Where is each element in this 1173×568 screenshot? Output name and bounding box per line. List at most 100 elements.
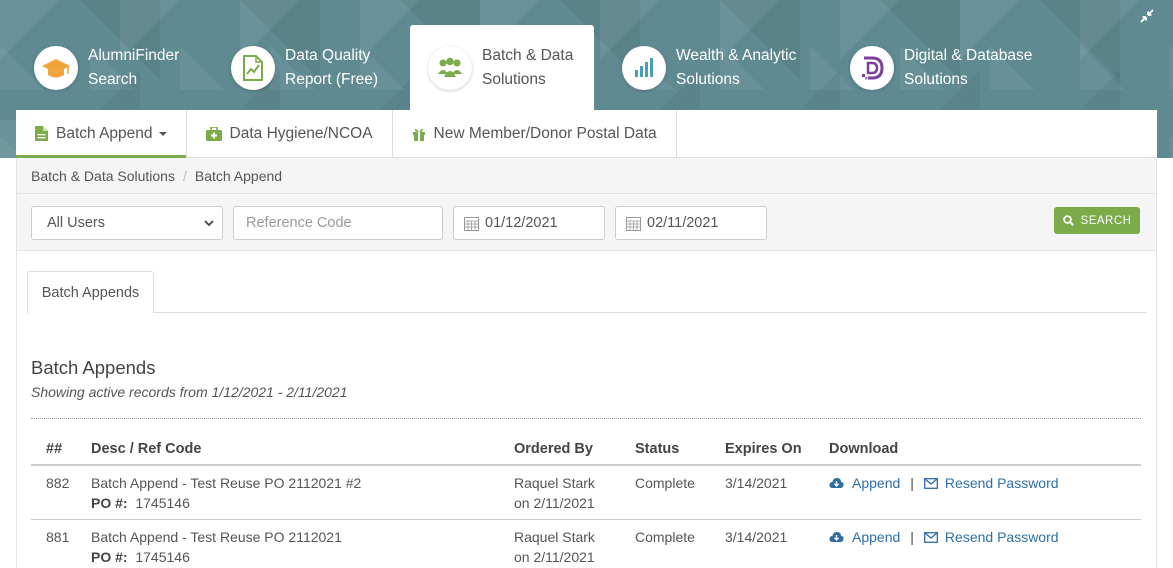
row-description: Batch Append - Test Reuse PO 2112021 #2 … (76, 465, 499, 520)
row-download: Append | Resend Password (814, 519, 1141, 568)
graduation-cap-icon (34, 45, 78, 90)
divider (31, 418, 1141, 419)
table-row: 882 Batch Append - Test Reuse PO 2112021… (31, 465, 1141, 520)
main-tab-data-quality[interactable]: Data Quality Report (Free) (231, 25, 378, 110)
envelope-icon (923, 477, 938, 489)
search-button[interactable]: SEARCH (1054, 207, 1140, 234)
breadcrumb-root[interactable]: Batch & Data Solutions (31, 168, 175, 184)
envelope-icon (923, 531, 938, 543)
column-header: Ordered By (499, 434, 620, 466)
resend-password-link[interactable]: Resend Password (945, 473, 1059, 493)
digital-d-icon (850, 45, 894, 90)
description-text: Batch Append - Test Reuse PO 2112021 (91, 529, 342, 545)
po-value: 1745146 (135, 549, 190, 565)
bar-chart-icon (622, 45, 666, 90)
main-tab-label: Wealth & Analytic (676, 46, 797, 64)
table-row: 881 Batch Append - Test Reuse PO 2112021… (31, 519, 1141, 568)
date-to-value: 02/11/2021 (647, 215, 719, 231)
main-tab-label: Solutions (676, 70, 740, 88)
row-expires: 3/14/2021 (710, 465, 814, 520)
batch-appends-table: ## Desc / Ref Code Ordered By Status Exp… (31, 434, 1141, 568)
ordered-by-name: Raquel Stark (514, 475, 595, 491)
breadcrumb: Batch & Data Solutions / Batch Append (17, 158, 1156, 194)
main-tab-digital-database[interactable]: Digital & Database Solutions (850, 25, 1032, 110)
main-tab-alumnifinder[interactable]: AlumniFinder Search (34, 25, 179, 110)
reference-code-input[interactable]: Reference Code (233, 206, 443, 240)
file-icon (35, 126, 48, 141)
breadcrumb-current: Batch Append (194, 167, 283, 184)
ordered-on-date: on 2/11/2021 (514, 495, 595, 511)
main-tab-label: Search (88, 70, 138, 88)
table-header-row: ## Desc / Ref Code Ordered By Status Exp… (31, 434, 1141, 466)
column-header: Download (814, 434, 1141, 466)
calendar-icon (626, 216, 641, 231)
caret-down-icon (158, 131, 167, 136)
people-group-icon (428, 45, 472, 90)
report-chart-icon (231, 45, 275, 90)
inner-tab-bar: Batch Appends (27, 271, 1146, 314)
row-description: Batch Append - Test Reuse PO 2112021 PO … (76, 519, 499, 568)
main-content: Batch & Data Solutions / Batch Append Al… (16, 158, 1157, 568)
column-header: Expires On (710, 434, 814, 466)
sub-tab-bar: Batch Append Data Hygiene/NCOA New Membe… (16, 110, 1157, 158)
ordered-on-date: on 2/11/2021 (514, 549, 595, 565)
gift-icon (412, 128, 425, 141)
row-ordered-by: Raquel Stark on 2/11/2021 (499, 519, 620, 568)
date-from-value: 01/12/2021 (485, 215, 558, 231)
row-status: Complete (620, 519, 710, 568)
cloud-download-icon (829, 532, 844, 542)
row-status: Complete (620, 465, 710, 520)
section-title: Batch Appends (31, 357, 156, 378)
ordered-by-name: Raquel Stark (514, 529, 595, 545)
main-tab-wealth-analytic[interactable]: Wealth & Analytic Solutions (622, 25, 796, 110)
subtab-data-hygiene[interactable]: Data Hygiene/NCOA (187, 110, 393, 157)
medkit-icon (205, 126, 222, 141)
row-download: Append | Resend Password (814, 465, 1141, 520)
row-number: 881 (31, 519, 76, 568)
calendar-icon (464, 216, 479, 231)
row-ordered-by: Raquel Stark on 2/11/2021 (499, 465, 620, 520)
po-line: PO #: 1745146 (91, 547, 499, 567)
filter-bar: All Users Reference Code 01/12/2021 02/1… (17, 194, 1156, 251)
link-separator: | (910, 475, 914, 491)
section-subtitle: Showing active records from 1/12/2021 - … (31, 384, 348, 400)
column-header: Status (620, 434, 710, 466)
tab-batch-appends[interactable]: Batch Appends (27, 271, 154, 314)
cloud-download-icon (829, 478, 844, 488)
description-text: Batch Append - Test Reuse PO 2112021 #2 (91, 475, 362, 491)
main-tab-label: Data Quality (285, 46, 371, 64)
reference-code-placeholder: Reference Code (246, 215, 352, 231)
append-download-link[interactable]: Append (852, 473, 900, 493)
main-tab-label: Digital & Database (904, 46, 1033, 64)
po-line: PO #: 1745146 (91, 493, 499, 513)
column-header: Desc / Ref Code (76, 434, 499, 466)
main-tab-label: Batch & Data (482, 46, 574, 64)
chevron-down-icon (204, 220, 214, 227)
date-to-input[interactable]: 02/11/2021 (615, 206, 767, 240)
search-icon (1062, 215, 1074, 226)
subtab-batch-append[interactable]: Batch Append (16, 110, 187, 158)
main-tab-label: Solutions (482, 70, 546, 88)
po-label: PO #: (91, 549, 128, 565)
user-select-value: All Users (47, 215, 106, 231)
breadcrumb-separator: / (182, 167, 187, 184)
main-tab-label: Report (Free) (285, 70, 379, 88)
collapse-icon[interactable] (1139, 8, 1155, 24)
append-download-link[interactable]: Append (852, 527, 900, 547)
tab-label: Batch Appends (41, 284, 140, 301)
column-header: ## (31, 434, 76, 466)
main-tab-label: AlumniFinder (88, 46, 180, 64)
search-button-label: SEARCH (1080, 214, 1132, 227)
row-number: 882 (31, 465, 76, 520)
date-from-input[interactable]: 01/12/2021 (453, 206, 605, 240)
subtab-label: Batch Append (56, 124, 153, 142)
user-select[interactable]: All Users (31, 206, 223, 240)
po-value: 1745146 (135, 495, 190, 511)
link-separator: | (910, 529, 914, 545)
main-tab-batch-data[interactable]: Batch & Data Solutions (410, 25, 594, 110)
subtab-label: Data Hygiene/NCOA (229, 124, 373, 142)
row-expires: 3/14/2021 (710, 519, 814, 568)
resend-password-link[interactable]: Resend Password (945, 527, 1059, 547)
subtab-new-member-postal[interactable]: New Member/Donor Postal Data (393, 110, 677, 157)
subtab-label: New Member/Donor Postal Data (433, 124, 657, 142)
